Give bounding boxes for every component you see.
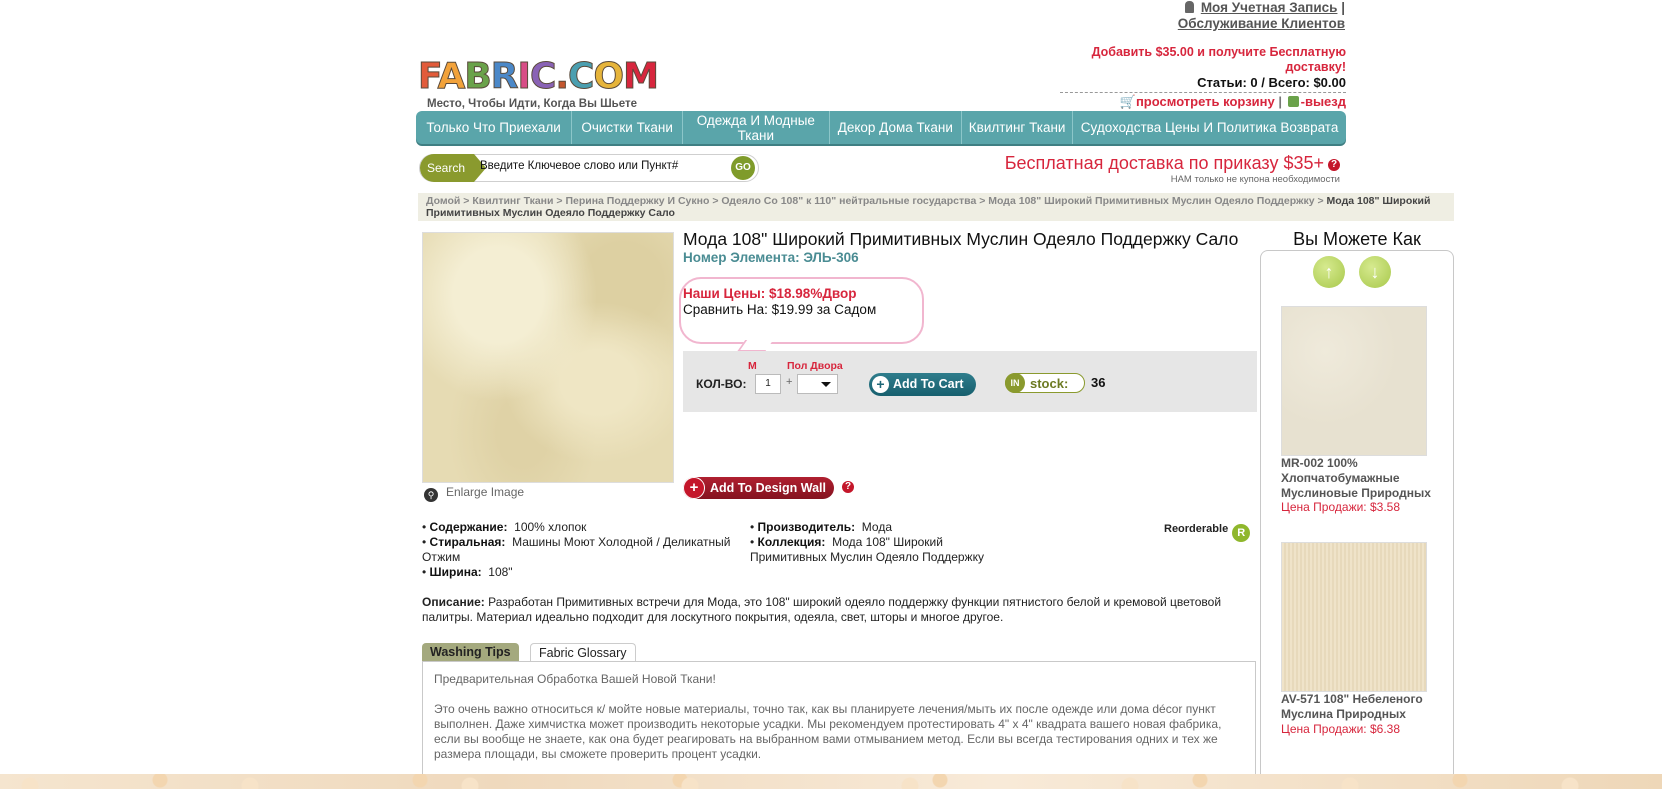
related-thumb-2[interactable] xyxy=(1281,542,1427,692)
related-thumb-1[interactable] xyxy=(1281,306,1427,456)
breadcrumb: Домой > Квилтинг Ткани > Перина Поддержк… xyxy=(418,193,1454,221)
lock-icon xyxy=(1287,96,1299,107)
our-price: Наши Цены: $18.98%Двор xyxy=(683,286,857,301)
nav-item-shipping-returns[interactable]: Судоходства Цены И Политика Возврата xyxy=(1073,111,1346,144)
details-right: • Производитель: Мода • Коллекция: Мода … xyxy=(750,520,984,564)
related-price-2: Цена Продажи: $6.38 xyxy=(1281,722,1400,736)
site-logo[interactable]: FABRIC.COM xyxy=(417,57,659,96)
collection-label: Коллекция: xyxy=(757,535,826,549)
quantity-input[interactable]: 1 xyxy=(755,374,781,394)
help-icon[interactable]: ? xyxy=(1328,159,1340,171)
user-icon xyxy=(1184,1,1194,13)
nav-item-quilting[interactable]: Квилтинг Ткани xyxy=(962,111,1074,144)
search-tag: Search xyxy=(420,154,486,182)
panel-heading: Предварительная Обработка Вашей Новой Тк… xyxy=(434,672,716,686)
tab-washing-tips[interactable]: Washing Tips xyxy=(422,643,519,661)
compare-price: Сравнить На: $19.99 за Садом xyxy=(683,302,877,317)
width-label: Ширина: xyxy=(429,565,482,579)
design-wall-help-icon[interactable]: ? xyxy=(842,481,854,493)
arrow-up-icon[interactable]: ↑ xyxy=(1313,256,1345,288)
cart-icon: 🛒 xyxy=(1119,94,1136,109)
page: Моя Учетная Запись | Обслуживание Клиент… xyxy=(0,0,1662,774)
panel-body: Это очень важно относиться к/ мойте новы… xyxy=(434,702,1222,761)
arrow-down-icon[interactable]: ↓ xyxy=(1359,256,1391,288)
breadcrumb-path[interactable]: Домой > Квилтинг Ткани > Перина Поддержк… xyxy=(426,195,1324,207)
in-stock-badge: stock: xyxy=(1005,373,1085,393)
enlarge-image-link[interactable]: ⚲ Enlarge Image xyxy=(424,485,524,502)
content-label: Содержание: xyxy=(429,520,508,534)
floral-footer-border xyxy=(0,774,1662,789)
add-to-cart-button[interactable]: Add To Cart xyxy=(869,373,976,396)
sidebar-title: Вы Можете Как xyxy=(1293,229,1421,249)
account-separator: | xyxy=(1341,0,1345,15)
customer-service-link[interactable]: Обслуживание Клиентов xyxy=(1178,16,1345,31)
account-link[interactable]: Моя Учетная Запись xyxy=(1201,0,1338,15)
reorderable-label: Reorderable xyxy=(1164,523,1229,535)
nav-item-clearance[interactable]: Очистки Ткани xyxy=(572,111,684,144)
details-left: • Содержание: 100% хлопок • Стиральная: … xyxy=(422,520,731,579)
maker-value: Мода xyxy=(861,520,892,534)
description: Описание: Разработан Примитивных встречи… xyxy=(422,595,1242,625)
related-name-1[interactable]: MR-002 100% Хлопчатобумажные Муслиновые … xyxy=(1281,456,1431,501)
width-value: 108" xyxy=(488,565,513,579)
free-shipping-banner: Бесплатная доставка по приказу $35+? xyxy=(990,153,1340,174)
product-title: Мода 108" Широкий Примитивных Муслин Оде… xyxy=(683,229,1239,249)
main-nav: Только Что Приехали Очистки Ткани Одежда… xyxy=(416,111,1346,144)
checkout-link[interactable]: -выезд xyxy=(1301,94,1346,109)
unit-half-yard-label: Пол Двора xyxy=(787,360,843,372)
search-bar: Search GO xyxy=(419,154,759,182)
tagline: Место, Чтобы Идти, Когда Вы Шьете xyxy=(427,98,637,110)
magnifier-icon: ⚲ xyxy=(424,488,438,502)
unit-yard-label: М xyxy=(748,360,757,372)
search-input[interactable] xyxy=(478,159,712,173)
cart-links: 🛒просмотреть корзину | -выезд xyxy=(1060,94,1346,110)
description-text: Разработан Примитивных встречи для Мода,… xyxy=(422,595,1222,624)
maker-label: Производитель: xyxy=(757,520,856,534)
search-go-button[interactable]: GO xyxy=(731,156,755,180)
cart-separator: | xyxy=(1278,94,1282,109)
reorderable-icon: R xyxy=(1232,524,1251,542)
content-value: 100% хлопок xyxy=(514,520,587,534)
tab-panel: Предварительная Обработка Вашей Новой Тк… xyxy=(422,661,1256,774)
nav-item-home-decor[interactable]: Декор Дома Ткани xyxy=(830,111,963,144)
free-shipping-text: Бесплатная доставка по приказу $35+ xyxy=(1004,153,1324,173)
view-cart-link[interactable]: просмотреть корзину xyxy=(1136,94,1275,109)
related-name-2[interactable]: AV-571 108" Небеленого Муслина Природных xyxy=(1281,692,1431,722)
washing-label: Стиральная: xyxy=(429,535,506,549)
plus-sign: + xyxy=(786,376,793,388)
nav-item-apparel[interactable]: Одежда И Модные Ткани xyxy=(683,111,830,144)
no-coupon-note: НАМ только не купона необходимости xyxy=(1170,174,1340,185)
nav-item-new-arrivals[interactable]: Только Что Приехали xyxy=(416,111,573,144)
quantity-label: КОЛ-ВО: xyxy=(696,377,747,391)
stock-count: 36 xyxy=(1091,375,1106,390)
enlarge-image-label: Enlarge Image xyxy=(446,485,525,499)
description-label: Описание: xyxy=(422,595,485,609)
free-shipping-promo: Добавить $35.00 и получите Бесплатную до… xyxy=(1091,45,1346,74)
half-yard-select[interactable] xyxy=(797,374,838,394)
reorderable-badge: Reorderable R xyxy=(1164,523,1251,542)
related-price-1: Цена Продажи: $3.58 xyxy=(1281,500,1400,514)
tab-fabric-glossary[interactable]: Fabric Glossary xyxy=(530,643,636,662)
cart-summary: Статьи: 0 / Всего: $0.00 xyxy=(1060,75,1346,93)
item-number: Номер Элемента: ЭЛЬ-306 xyxy=(683,250,859,265)
product-image[interactable] xyxy=(422,232,674,483)
add-to-design-wall-button[interactable]: Add To Design Wall xyxy=(683,477,834,499)
account-bar: Моя Учетная Запись | Обслуживание Клиент… xyxy=(1085,0,1345,32)
